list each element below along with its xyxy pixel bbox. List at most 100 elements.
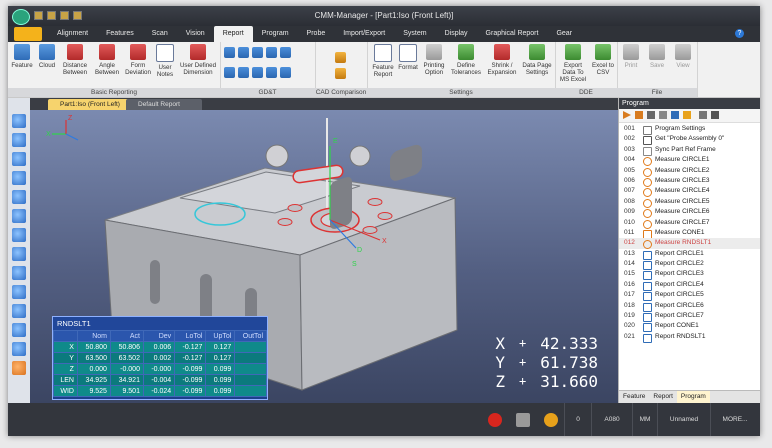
list-item[interactable]: 015 Report CIRCLE3 bbox=[619, 269, 760, 281]
position-icon[interactable] bbox=[266, 47, 277, 58]
list-item[interactable]: 020 Report CONE1 bbox=[619, 321, 760, 333]
save-button[interactable]: Save bbox=[645, 44, 669, 69]
symmetry-icon[interactable] bbox=[266, 67, 277, 78]
data-page-settings-button[interactable]: Data Page Settings bbox=[521, 44, 553, 76]
angle-between-button[interactable]: Angle Between bbox=[92, 44, 122, 76]
feature-report-button[interactable]: Feature Report bbox=[371, 44, 395, 78]
list-item[interactable]: 004 Measure CIRCLE1 bbox=[619, 155, 760, 167]
feature-button[interactable]: Feature bbox=[10, 44, 34, 69]
tab-graphical-report[interactable]: Graphical Report bbox=[477, 26, 548, 42]
settings-icon[interactable] bbox=[683, 111, 691, 119]
tab-alignment[interactable]: Alignment bbox=[48, 26, 97, 42]
list-item[interactable]: 008 Measure CIRCLE5 bbox=[619, 197, 760, 208]
view-button[interactable]: View bbox=[671, 44, 695, 69]
tree-icon[interactable] bbox=[711, 111, 719, 119]
concentricity-icon[interactable] bbox=[238, 67, 249, 78]
tab-report[interactable]: Report bbox=[213, 26, 253, 42]
list-item[interactable]: 012 Measure RNDSLT1 bbox=[619, 238, 760, 250]
list-item[interactable]: 002 Get "Probe Assembly 0" bbox=[619, 134, 760, 146]
axis-e-label: E bbox=[333, 138, 338, 145]
tab-features[interactable]: Features bbox=[97, 26, 143, 42]
cad-compare-icon[interactable] bbox=[335, 52, 346, 63]
machine-icon[interactable] bbox=[516, 413, 530, 427]
list-item[interactable]: 018 Report CIRCLE6 bbox=[619, 301, 760, 312]
list-item[interactable]: 001 Program Settings bbox=[619, 124, 760, 135]
tab-program[interactable]: Program bbox=[253, 26, 298, 42]
emergency-stop-icon[interactable] bbox=[488, 413, 502, 427]
tab-report-panel[interactable]: Report bbox=[649, 391, 677, 403]
cad-deviation-icon[interactable] bbox=[335, 68, 346, 79]
list-item[interactable]: 007 Measure CIRCLE4 bbox=[619, 186, 760, 198]
view-iso-icon[interactable] bbox=[12, 304, 26, 318]
list-item[interactable]: 021 Report RNDSLT1 bbox=[619, 332, 760, 343]
user-defined-dimension-button[interactable]: User Defined Dimension bbox=[178, 44, 218, 76]
list-item[interactable]: 011 Measure CONE1 bbox=[619, 228, 760, 239]
step-icon[interactable] bbox=[635, 111, 643, 119]
shrink-expansion-button[interactable]: Shrink / Expansion bbox=[485, 44, 519, 76]
file-menu-button[interactable] bbox=[14, 27, 42, 41]
view-top-icon[interactable] bbox=[12, 285, 26, 299]
excel-to-csv-button[interactable]: Excel to CSV bbox=[591, 44, 615, 76]
pause-icon[interactable] bbox=[659, 111, 667, 119]
doc-tab-part1[interactable]: Part1:Iso (Front Left) bbox=[48, 99, 138, 110]
cell: 34.925 bbox=[76, 374, 111, 386]
printing-option-button[interactable]: Printing Option bbox=[421, 44, 447, 76]
zoom-window-icon[interactable] bbox=[12, 152, 26, 166]
tab-vision[interactable]: Vision bbox=[177, 26, 214, 42]
more-button[interactable]: MORE... bbox=[710, 403, 759, 436]
tab-display[interactable]: Display bbox=[436, 26, 477, 42]
list-item[interactable]: 010 Measure CIRCLE7 bbox=[619, 218, 760, 229]
help-icon[interactable]: ? bbox=[735, 29, 744, 38]
tab-system[interactable]: System bbox=[394, 26, 435, 42]
zoom-fit-icon[interactable] bbox=[12, 171, 26, 185]
list-item[interactable]: 017 Report CIRCLE5 bbox=[619, 290, 760, 302]
list-item[interactable]: 016 Report CIRCLE4 bbox=[619, 280, 760, 291]
list-icon[interactable] bbox=[699, 111, 707, 119]
stop-icon[interactable] bbox=[647, 111, 655, 119]
list-item[interactable]: 019 Report CIRCLE7 bbox=[619, 311, 760, 323]
select-icon[interactable] bbox=[12, 247, 26, 261]
tab-import-export[interactable]: Import/Export bbox=[334, 26, 394, 42]
parallelism-icon[interactable] bbox=[224, 67, 235, 78]
print-button[interactable]: Print bbox=[619, 44, 643, 69]
tab-gear[interactable]: Gear bbox=[547, 26, 581, 42]
perpendicularity-icon[interactable] bbox=[224, 47, 235, 58]
pan-icon[interactable] bbox=[12, 209, 26, 223]
view-side-icon[interactable] bbox=[12, 323, 26, 337]
profile-icon[interactable] bbox=[280, 47, 291, 58]
flatness-icon[interactable] bbox=[252, 47, 263, 58]
distance-between-button[interactable]: Distance Between bbox=[60, 44, 90, 76]
list-item[interactable]: 014 Report CIRCLE2 bbox=[619, 259, 760, 271]
user-notes-button[interactable]: User Notes bbox=[154, 44, 176, 78]
export-excel-button[interactable]: Export Data To MS Excel bbox=[557, 44, 589, 83]
view-back-icon[interactable] bbox=[12, 342, 26, 356]
play-icon[interactable] bbox=[623, 111, 631, 119]
zoom-all-icon[interactable] bbox=[12, 190, 26, 204]
zoom-out-icon[interactable] bbox=[12, 133, 26, 147]
probe-status-icon[interactable] bbox=[544, 413, 558, 427]
rotate-icon[interactable] bbox=[12, 228, 26, 242]
tab-program-panel[interactable]: Program bbox=[676, 391, 710, 403]
list-item[interactable]: 003 Sync Part Ref Frame bbox=[619, 145, 760, 156]
list-item[interactable]: 009 Measure CIRCLE6 bbox=[619, 207, 760, 219]
list-item[interactable]: 006 Measure CIRCLE3 bbox=[619, 176, 760, 187]
form-deviation-button[interactable]: Form Deviation bbox=[124, 44, 152, 76]
runout-icon[interactable] bbox=[280, 67, 291, 78]
tab-feature[interactable]: Feature bbox=[619, 391, 649, 403]
view-front-icon[interactable] bbox=[12, 266, 26, 280]
define-tolerances-button[interactable]: Define Tolerances bbox=[449, 44, 483, 76]
edit-icon[interactable] bbox=[671, 111, 679, 119]
tab-probe[interactable]: Probe bbox=[298, 26, 335, 42]
list-item[interactable]: 005 Measure CIRCLE2 bbox=[619, 166, 760, 177]
box-view-icon[interactable] bbox=[12, 361, 26, 375]
doc-tab-default-report[interactable]: Default Report bbox=[126, 99, 202, 110]
units-status[interactable]: MM bbox=[632, 403, 657, 436]
tab-scan[interactable]: Scan bbox=[143, 26, 177, 42]
angularity-icon[interactable] bbox=[238, 47, 249, 58]
list-item[interactable]: 013 Report CIRCLE1 bbox=[619, 249, 760, 260]
cloud-button[interactable]: Cloud bbox=[35, 44, 59, 69]
cad-viewport[interactable]: E X D S X Z RNDSLT1 Nom Act Dev LoTol Up… bbox=[30, 110, 618, 403]
zoom-in-icon[interactable] bbox=[12, 114, 26, 128]
cylindricity-icon[interactable] bbox=[252, 67, 263, 78]
format-button[interactable]: Format bbox=[397, 44, 419, 71]
